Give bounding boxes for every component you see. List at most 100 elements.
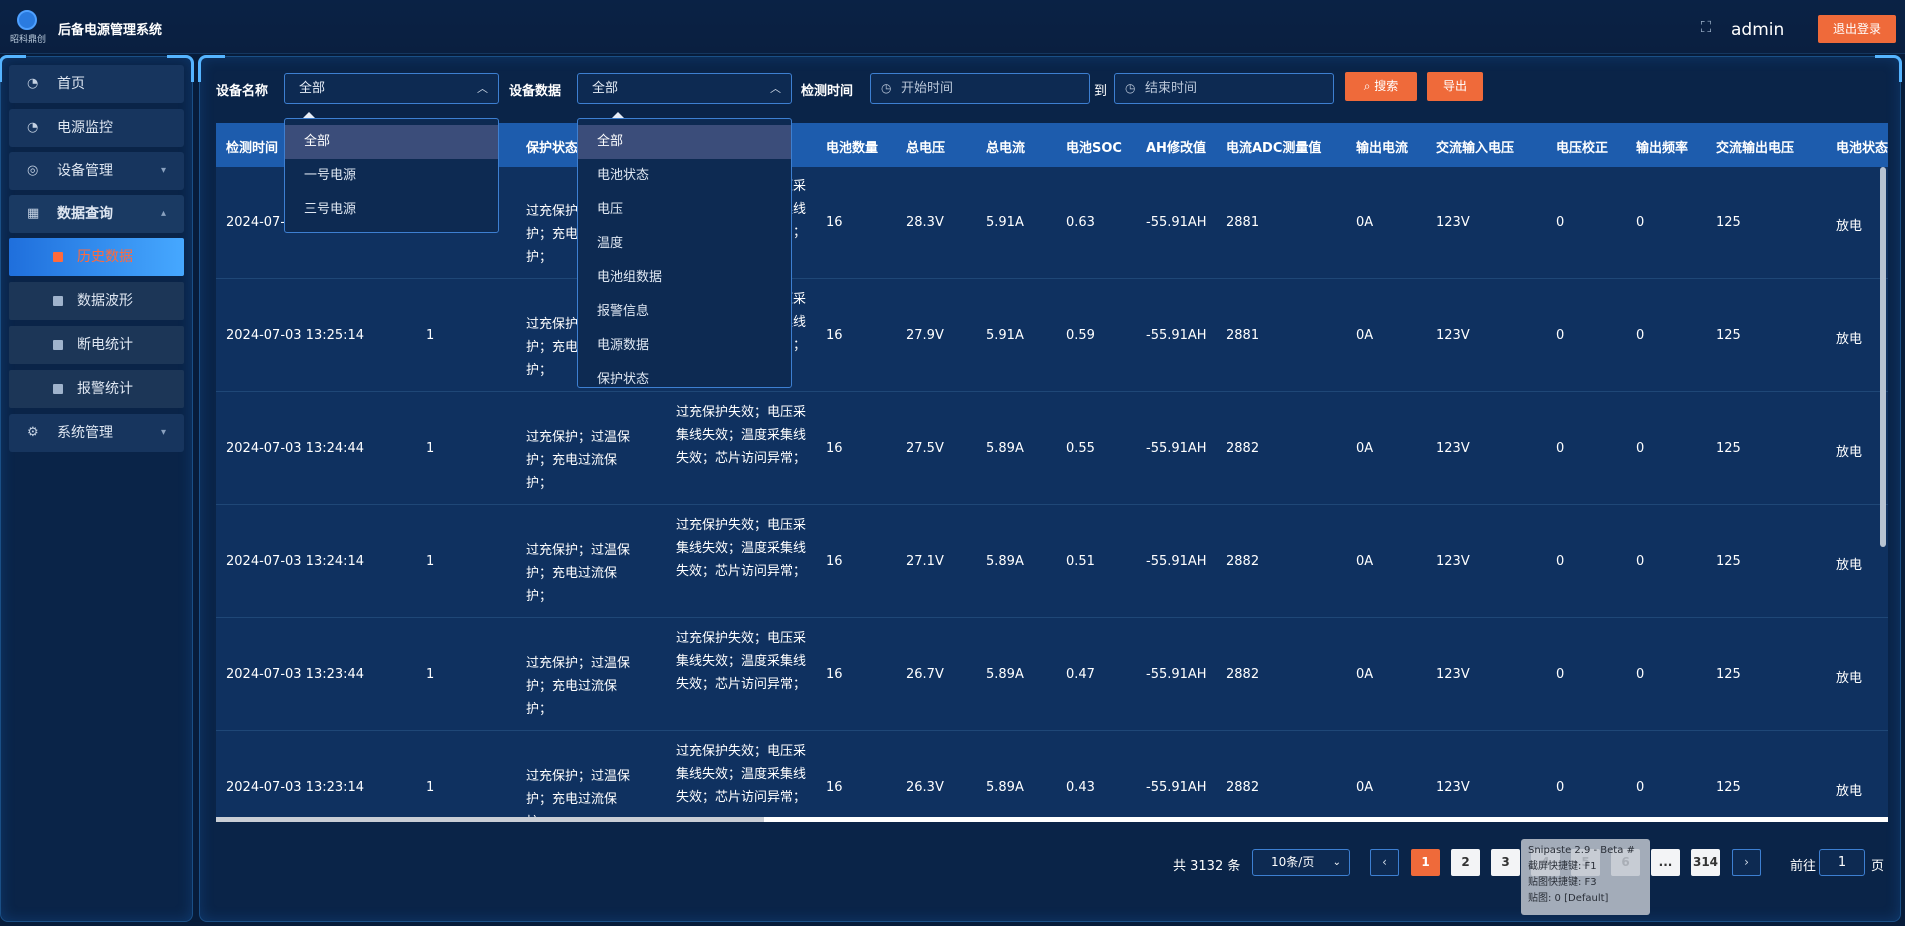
scrollbar-thumb[interactable] (216, 817, 764, 822)
cell-total-current: 5.89A (986, 554, 1024, 569)
table-row[interactable]: 2024-07-03 13:24:44 1 过充保护；过温保护；充电过流保护； 过充保… (216, 393, 1888, 505)
th-protect-state[interactable]: 保护状态 (526, 137, 578, 156)
start-time-input[interactable]: ◷ 开始时间 (870, 73, 1090, 104)
table-row[interactable]: 2024-07-03 13:23:44 1 过充保护；过温保护；充电过流保护； 过充保… (216, 619, 1888, 731)
dropdown-option[interactable]: 电池状态 (578, 159, 791, 193)
cell-output-frequency: 0 (1636, 328, 1645, 343)
th-output-frequency[interactable]: 输出频率 (1636, 137, 1688, 156)
table-row[interactable]: 2024-07-03 13:25:141过充保护；过温保护；充电过流保护；过充保… (216, 280, 1888, 392)
logo: 昭科鼎创 (10, 10, 46, 45)
prev-page-button[interactable]: ‹ (1370, 849, 1399, 876)
sidebar-subitem-label: 数据波形 (77, 293, 133, 309)
sidebar-subitem-label: 报警统计 (77, 381, 133, 397)
cell-protect-state: 过充保护；过温保护；充电过流保护； (526, 769, 631, 822)
cell-fault-state: 过充保护失效；电压采集线失效；温度采集线失效；芯片访问异常； (676, 405, 807, 466)
th-battery-state[interactable]: 电池状态 (1836, 137, 1888, 156)
sidebar-subitem-outage-stats[interactable]: 断电统计 (9, 326, 184, 364)
th-voltage-correction[interactable]: 电压校正 (1556, 137, 1608, 156)
cell-battery-soc: 0.63 (1066, 215, 1095, 230)
cell-ac-input-voltage: 123V (1436, 441, 1470, 456)
logo-text: 昭科鼎创 (10, 35, 47, 45)
sidebar-subitem-waveform[interactable]: 数据波形 (9, 282, 184, 320)
page-button[interactable]: 2 (1451, 849, 1480, 876)
cell-voltage-correction: 0 (1556, 667, 1565, 682)
page-ellipsis[interactable]: ... (1651, 849, 1680, 876)
cell-ac-output-voltage: 125 (1716, 780, 1741, 795)
cell-ah-value: -55.91AH (1146, 554, 1207, 569)
cell-battery-soc: 0.47 (1066, 667, 1095, 682)
cell-battery-soc: 0.55 (1066, 441, 1095, 456)
top-bar: 昭科鼎创 后备电源管理系统 ⛶ admin 退出登录 (0, 0, 1905, 54)
stats-icon (53, 340, 63, 350)
cell-total-current: 5.91A (986, 215, 1024, 230)
page-button[interactable]: 314 (1691, 849, 1720, 876)
dropdown-option[interactable]: 电池组数据 (578, 261, 791, 295)
page-size-select[interactable]: 10条/页 ⌄ (1252, 849, 1350, 876)
table-row[interactable]: 2024-07-03 13:24:14 1 过充保护；过温保护；充电过流保护； 过充保… (216, 506, 1888, 618)
horizontal-scrollbar[interactable] (216, 817, 1888, 822)
cell-total-voltage: 27.5V (906, 441, 944, 456)
history-icon (53, 252, 63, 262)
sidebar-subitem-alarm-stats[interactable]: 报警统计 (9, 370, 184, 408)
vertical-scrollbar[interactable] (1880, 167, 1886, 547)
dropdown-option[interactable]: 报警信息 (578, 295, 791, 329)
dropdown-option[interactable]: 温度 (578, 227, 791, 261)
dropdown-option[interactable]: 全部 (578, 125, 791, 159)
search-button[interactable]: ⌕ 搜索 (1345, 72, 1417, 101)
dropdown-option[interactable]: 三号电源 (285, 193, 498, 227)
dropdown-option[interactable]: 电源数据 (578, 329, 791, 363)
cell-output-frequency: 0 (1636, 667, 1645, 682)
sidebar-item-system-management[interactable]: ⚙ 系统管理 ▾ (9, 414, 184, 452)
table-row[interactable]: 2024-07-03 13:23:14 1 过充保护；过温保护；充电过流保护； 过充保… (216, 732, 1888, 822)
th-total-current[interactable]: 总电流 (986, 137, 1025, 156)
chevron-down-icon: ▾ (160, 427, 166, 438)
th-ac-input-voltage[interactable]: 交流输入电压 (1436, 137, 1514, 156)
th-ah-value[interactable]: AH修改值 (1146, 137, 1206, 156)
dropdown-option[interactable]: 一号电源 (285, 159, 498, 193)
cell-total-voltage: 26.7V (906, 667, 944, 682)
end-time-input[interactable]: ◷ 结束时间 (1114, 73, 1334, 104)
dropdown-option[interactable]: 保护状态 (578, 363, 791, 387)
cell-output-current: 0A (1356, 780, 1374, 795)
sidebar-item-power-monitor[interactable]: ◔ 电源监控 (9, 109, 184, 147)
fullscreen-icon[interactable]: ⛶ (1697, 18, 1715, 36)
logout-button[interactable]: 退出登录 (1818, 15, 1896, 43)
th-detect-time[interactable]: 检测时间 (226, 137, 278, 156)
cell-battery-count: 16 (826, 215, 843, 230)
sidebar-item-home[interactable]: ◔ 首页 (9, 65, 184, 103)
sidebar-item-device-management[interactable]: ◎ 设备管理 ▾ (9, 152, 184, 190)
cell-value: 1 (426, 780, 435, 795)
goto-page-input[interactable]: 1 (1819, 849, 1865, 876)
page-button[interactable]: 3 (1491, 849, 1520, 876)
cell-battery-count: 16 (826, 667, 843, 682)
export-button[interactable]: 导出 (1427, 72, 1483, 101)
th-battery-count[interactable]: 电池数量 (826, 137, 878, 156)
next-page-button[interactable]: › (1732, 849, 1761, 876)
device-data-label: 设备数据 (509, 84, 562, 99)
th-output-current[interactable]: 输出电流 (1356, 137, 1408, 156)
device-icon: ◎ (27, 163, 39, 178)
goto-label: 前往 (1790, 859, 1817, 874)
dropdown-option[interactable]: 全部 (285, 125, 498, 159)
dropdown-option[interactable]: 电压 (578, 193, 791, 227)
page-suffix: 页 (1871, 859, 1885, 874)
th-battery-soc[interactable]: 电池SOC (1066, 137, 1122, 156)
device-name-select[interactable]: 全部 ︿ (284, 73, 499, 104)
cell-output-frequency: 0 (1636, 554, 1645, 569)
cell-battery-soc: 0.59 (1066, 328, 1095, 343)
cell-output-frequency: 0 (1636, 780, 1645, 795)
cell-total-voltage: 26.3V (906, 780, 944, 795)
cell-adc-value: 2882 (1226, 667, 1260, 682)
th-ac-output-voltage[interactable]: 交流输出电压 (1716, 137, 1794, 156)
cell-battery-count: 16 (826, 328, 843, 343)
th-total-voltage[interactable]: 总电压 (906, 137, 945, 156)
th-adc-value[interactable]: 电流ADC测量值 (1226, 137, 1321, 156)
page-button[interactable]: 1 (1411, 849, 1440, 876)
chevron-up-icon: ▴ (160, 208, 166, 219)
sidebar-subitem-history[interactable]: 历史数据 (9, 238, 184, 276)
cell-battery-count: 16 (826, 780, 843, 795)
sidebar-item-data-query[interactable]: ▦ 数据查询 ▴ (9, 195, 184, 233)
cell-battery-state: 放电 (1836, 332, 1863, 347)
cell-total-current: 5.89A (986, 780, 1024, 795)
device-data-select[interactable]: 全部 ︿ (577, 73, 792, 104)
